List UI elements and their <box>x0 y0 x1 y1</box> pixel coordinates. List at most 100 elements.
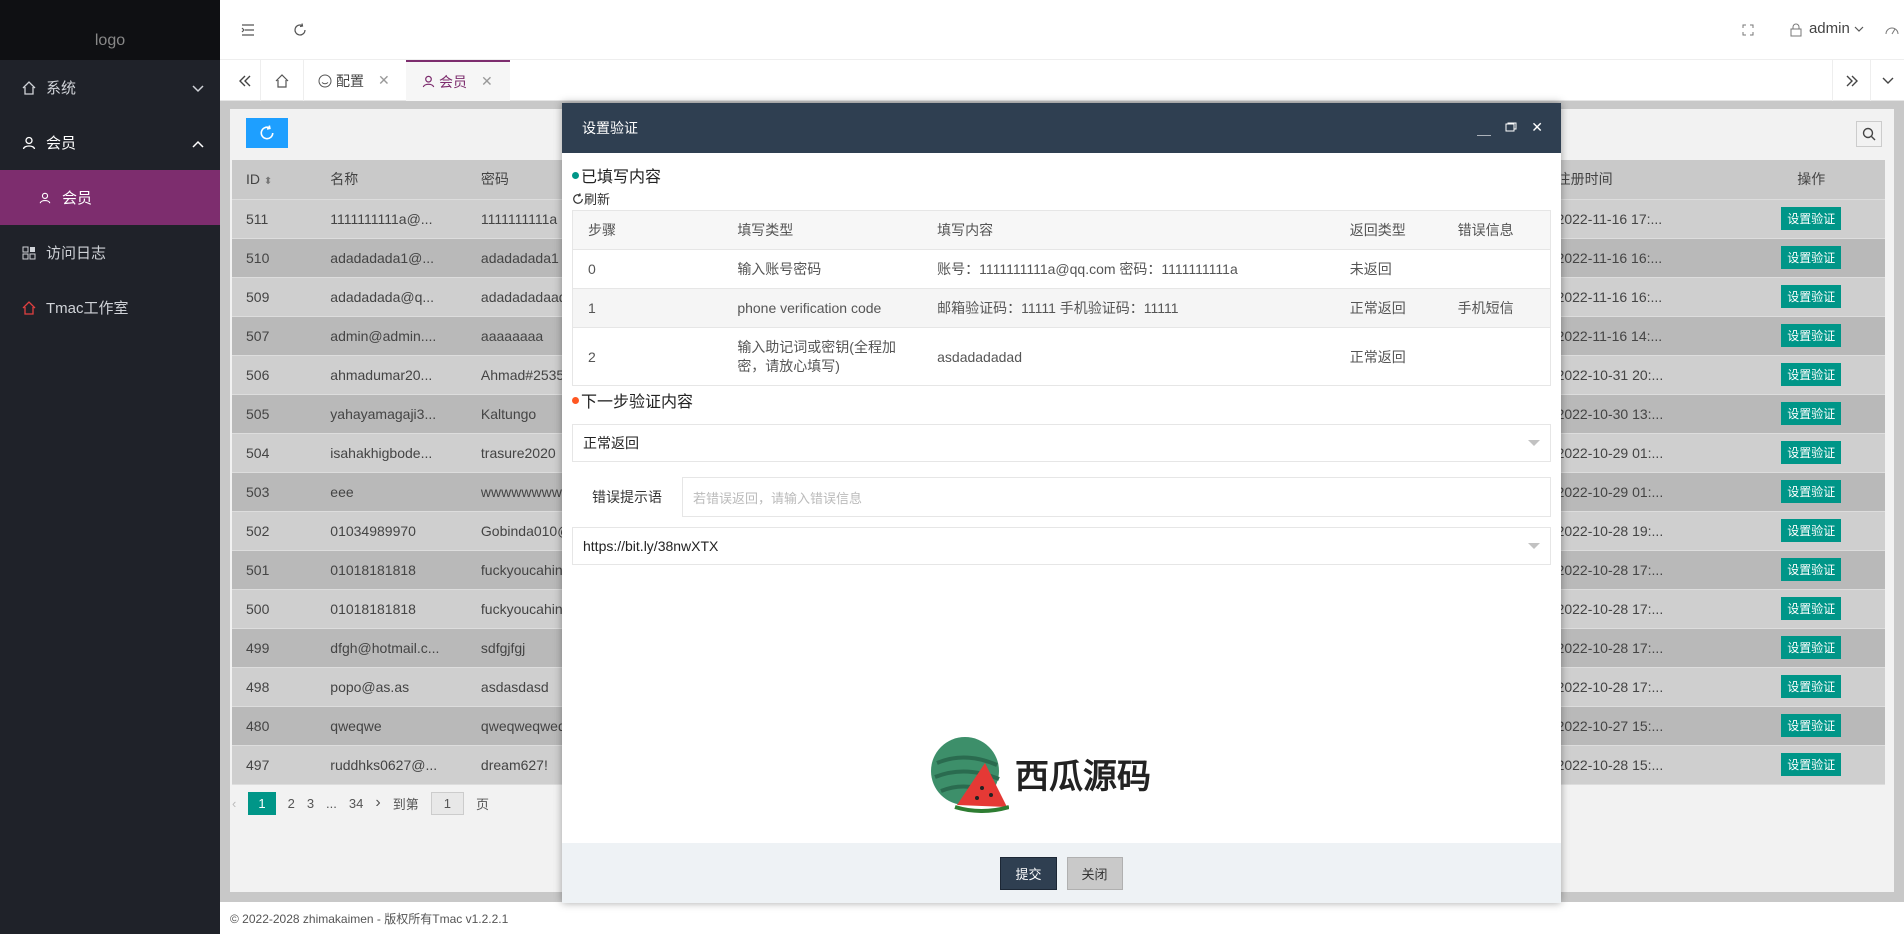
lock-icon[interactable] <box>1786 20 1806 40</box>
set-verify-button[interactable]: 设置验证 <box>1781 636 1842 659</box>
set-verify-button[interactable]: 设置验证 <box>1781 402 1842 425</box>
set-verify-button[interactable]: 设置验证 <box>1781 246 1842 269</box>
cell-id: 501 <box>232 550 317 590</box>
page-3[interactable]: 3 <box>307 796 314 811</box>
page-2[interactable]: 2 <box>288 796 295 811</box>
tabs-scroll-left-icon[interactable] <box>230 60 260 101</box>
set-verify-button[interactable]: 设置验证 <box>1781 597 1842 620</box>
cell-actions: 设置验证 <box>1737 706 1885 746</box>
refresh-icon[interactable] <box>290 20 310 40</box>
cell-actions: 设置验证 <box>1737 394 1885 434</box>
close-icon[interactable]: ✕ <box>378 72 390 89</box>
close-button[interactable]: 关闭 <box>1066 856 1123 890</box>
cell-register-time: 2022-10-28 17:... <box>1542 550 1738 590</box>
refresh-icon <box>260 125 274 140</box>
next-step-heading: 下一步验证内容 <box>572 388 1551 412</box>
sidebar-item-tmac[interactable]: Tmac工作室 <box>0 280 220 335</box>
set-verify-button[interactable]: 设置验证 <box>1781 441 1842 464</box>
search-icon[interactable] <box>1856 121 1882 147</box>
watermelon-logo-icon <box>931 737 1009 813</box>
user-menu[interactable]: admin <box>1809 20 1864 37</box>
col-register-time: 注册时间 <box>1542 160 1738 200</box>
cell-id: 505 <box>232 394 317 434</box>
user-icon <box>20 134 38 152</box>
cell-name: qweqwe <box>316 706 467 746</box>
refresh-link[interactable]: 刷新 <box>572 189 1551 208</box>
table-refresh-button[interactable] <box>246 118 288 148</box>
refresh-icon <box>573 192 583 204</box>
page-34[interactable]: 34 <box>349 796 363 811</box>
maximize-icon[interactable] <box>1505 119 1517 135</box>
tab-member[interactable]: 会员 ✕ <box>406 60 510 101</box>
cell-id: 511 <box>232 199 317 239</box>
cell-actions: 设置验证 <box>1737 277 1885 317</box>
cell-id: 480 <box>232 706 317 746</box>
menu-toggle-icon[interactable] <box>238 20 258 40</box>
set-verify-button[interactable]: 设置验证 <box>1781 285 1842 308</box>
submit-button[interactable]: 提交 <box>1000 856 1057 890</box>
cell-id: 506 <box>232 355 317 395</box>
close-icon[interactable]: ✕ <box>481 73 493 90</box>
set-verify-button[interactable]: 设置验证 <box>1781 324 1842 347</box>
set-verify-button[interactable]: 设置验证 <box>1781 519 1842 542</box>
cell-actions: 设置验证 <box>1737 550 1885 590</box>
cell-actions: 设置验证 <box>1737 511 1885 551</box>
page-1[interactable]: 1 <box>248 791 276 815</box>
set-verify-button[interactable]: 设置验证 <box>1781 558 1842 581</box>
next-page-icon[interactable]: › <box>375 794 380 812</box>
close-icon[interactable]: ✕ <box>1531 119 1543 136</box>
col-fill-content: 填写内容 <box>922 210 1335 250</box>
dialog-footer: 提交 关闭 <box>562 843 1561 903</box>
set-verify-button[interactable]: 设置验证 <box>1781 714 1842 737</box>
sort-icon[interactable]: ⬍ <box>264 176 272 187</box>
tabs-menu-chevron-icon[interactable] <box>1870 60 1904 101</box>
cell-register-time: 2022-11-16 17:... <box>1542 199 1738 239</box>
set-verify-button[interactable]: 设置验证 <box>1781 753 1842 776</box>
status-dot <box>572 171 579 179</box>
sidebar-subitem-member[interactable]: 会员 <box>0 170 220 225</box>
set-verify-button[interactable]: 设置验证 <box>1781 675 1842 698</box>
tab-label: 配置 <box>336 72 364 89</box>
tabs-bar: 配置 ✕ 会员 ✕ <box>220 60 1904 101</box>
sidebar-item-system[interactable]: 系统 <box>0 60 220 115</box>
col-id[interactable]: ID ⬍ <box>232 160 317 200</box>
home-icon <box>20 299 38 317</box>
footer: © 2022-2028 zhimakaimen - 版权所有Tmac v1.2.… <box>220 902 1904 934</box>
tabs-scroll-right-icon[interactable] <box>1832 60 1870 101</box>
cell-actions: 设置验证 <box>1737 199 1885 239</box>
cell-name: admin@admin.... <box>316 316 467 356</box>
cell-register-time: 2022-10-31 20:... <box>1542 355 1738 395</box>
cell-id: 503 <box>232 472 317 512</box>
set-verify-button[interactable]: 设置验证 <box>1781 207 1842 230</box>
cell-register-time: 2022-10-28 17:... <box>1542 589 1738 629</box>
verify-dialog: 设置验证 ＿ ✕ 已填写内容 刷新 步骤 填写类型 填写内容 返回类型 错误信息 <box>562 103 1561 903</box>
cell-id: 499 <box>232 628 317 668</box>
cell-register-time: 2022-10-29 01:... <box>1542 472 1738 512</box>
return-type-select[interactable]: 正常返回 <box>572 424 1551 462</box>
dropdown-arrow-icon <box>1528 440 1540 446</box>
tab-home[interactable] <box>260 60 304 101</box>
col-fill-type: 填写类型 <box>722 210 923 250</box>
sidebar-item-access-log[interactable]: 访问日志 <box>0 225 220 280</box>
dialog-header: 设置验证 ＿ ✕ <box>562 103 1561 153</box>
table-row: 1 phone verification code 邮箱验证码：11111 手机… <box>572 288 1551 328</box>
redirect-url-select[interactable]: https://bit.ly/38nwXTX <box>572 527 1551 565</box>
prev-page-icon[interactable]: ‹ <box>232 796 236 811</box>
cell-name: eee <box>316 472 467 512</box>
tab-config[interactable]: 配置 ✕ <box>318 60 404 101</box>
cell-actions: 设置验证 <box>1737 316 1885 356</box>
user-icon <box>422 75 435 88</box>
fullscreen-icon[interactable] <box>1738 20 1758 40</box>
cell-actions: 设置验证 <box>1737 589 1885 629</box>
chevron-down-icon <box>1854 26 1864 32</box>
cell-register-time: 2022-10-28 17:... <box>1542 628 1738 668</box>
set-verify-button[interactable]: 设置验证 <box>1781 480 1842 503</box>
set-verify-button[interactable]: 设置验证 <box>1781 363 1842 386</box>
sidebar-item-member[interactable]: 会员 <box>0 115 220 170</box>
minimize-icon[interactable]: ＿ <box>1477 119 1491 139</box>
cell-register-time: 2022-11-16 16:... <box>1542 238 1738 278</box>
theme-icon[interactable] <box>1882 20 1902 40</box>
goto-page-input[interactable]: 1 <box>430 791 464 815</box>
error-message-input[interactable]: 若错误返回，请输入错误信息 <box>682 477 1551 517</box>
col-error-info: 错误信息 <box>1442 210 1551 250</box>
